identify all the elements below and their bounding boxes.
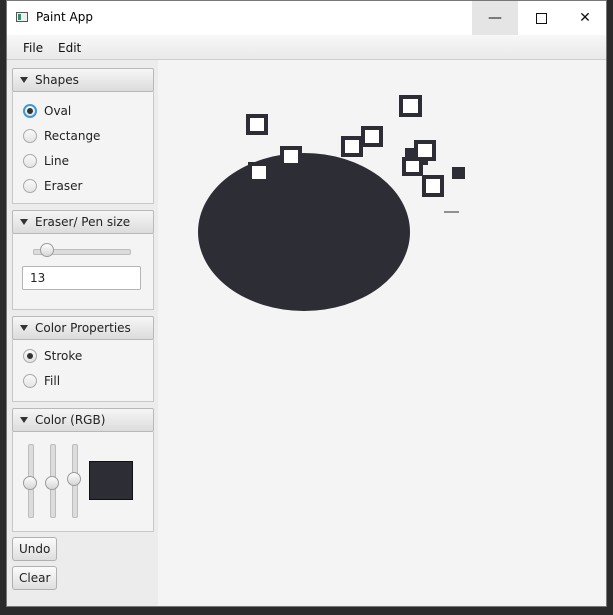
radio-rectangle-indicator[interactable]: [23, 129, 37, 143]
color-preview-swatch: [89, 461, 133, 500]
drawn-square: [399, 95, 422, 117]
radio-stroke-indicator[interactable]: [23, 349, 37, 363]
rgb-pane-body: [12, 432, 154, 532]
clear-button[interactable]: Clear: [12, 566, 58, 590]
undo-button[interactable]: Undo: [12, 537, 58, 561]
minimize-button[interactable]: —: [472, 1, 518, 35]
radio-oval-indicator[interactable]: [23, 104, 37, 118]
size-slider-thumb[interactable]: [40, 243, 54, 257]
drawing-canvas[interactable]: [158, 60, 606, 606]
radio-rectangle[interactable]: Rectange: [23, 127, 100, 145]
radio-fill-label: Fill: [44, 374, 61, 388]
color-properties-pane-header[interactable]: Color Properties: [12, 316, 154, 340]
drawn-solid-block: [452, 167, 465, 179]
drawn-square: [402, 157, 423, 176]
radio-stroke-label: Stroke: [44, 349, 83, 363]
drawn-square: [246, 114, 268, 135]
size-pane-title: Eraser/ Pen size: [35, 215, 131, 229]
app-window: Paint App — ✕ File Edit Shapes Oval Rect: [6, 0, 607, 607]
close-button[interactable]: ✕: [562, 1, 606, 35]
drawn-square: [361, 126, 383, 147]
shapes-pane-title: Shapes: [35, 73, 79, 87]
triangle-down-icon: [20, 325, 28, 331]
triangle-down-icon: [20, 219, 28, 225]
drawn-square: [341, 136, 363, 157]
color-properties-pane-title: Color Properties: [35, 321, 131, 335]
radio-eraser[interactable]: Eraser: [23, 177, 82, 195]
radio-line-label: Line: [44, 154, 70, 168]
shapes-pane-header[interactable]: Shapes: [12, 68, 154, 92]
close-icon: ✕: [579, 10, 591, 26]
size-input[interactable]: 13: [22, 266, 141, 290]
triangle-down-icon: [20, 77, 28, 83]
color-properties-pane: Color Properties Stroke Fill: [12, 316, 154, 402]
menu-file[interactable]: File: [23, 41, 43, 55]
rgb-pane-header[interactable]: Color (RGB): [12, 408, 154, 432]
shapes-pane: Shapes Oval Rectange Line Eraser: [12, 68, 154, 204]
rgb-pane: Color (RGB): [12, 408, 154, 532]
drawn-square: [280, 146, 302, 167]
canvas-drawing: [198, 95, 465, 311]
rgb-pane-title: Color (RGB): [35, 413, 106, 427]
window-title: Paint App: [36, 10, 93, 24]
drawn-square: [422, 175, 444, 197]
blue-slider-thumb[interactable]: [67, 472, 81, 486]
radio-stroke[interactable]: Stroke: [23, 347, 82, 365]
size-pane: Eraser/ Pen size 13: [12, 210, 154, 310]
size-pane-body: 13: [12, 234, 154, 310]
drawn-square: [414, 140, 436, 161]
radio-fill-indicator[interactable]: [23, 374, 37, 388]
color-properties-pane-body: Stroke Fill: [12, 340, 154, 402]
maximize-icon: [535, 12, 547, 24]
radio-eraser-label: Eraser: [44, 179, 83, 193]
radio-fill[interactable]: Fill: [23, 372, 60, 390]
minimize-icon: —: [488, 10, 502, 26]
app-icon: [16, 12, 28, 22]
red-slider-thumb[interactable]: [23, 476, 37, 490]
triangle-down-icon: [20, 417, 28, 423]
radio-rectangle-label: Rectange: [44, 129, 101, 143]
title-bar[interactable]: Paint App — ✕: [7, 1, 606, 35]
menu-bar: File Edit: [7, 35, 606, 60]
size-pane-header[interactable]: Eraser/ Pen size: [12, 210, 154, 234]
maximize-button[interactable]: [518, 1, 564, 35]
radio-eraser-indicator[interactable]: [23, 179, 37, 193]
drawn-oval: [198, 153, 410, 311]
green-slider-thumb[interactable]: [45, 476, 59, 490]
radio-line[interactable]: Line: [23, 152, 69, 170]
drawn-square: [248, 162, 270, 183]
tool-sidebar: Shapes Oval Rectange Line Eraser Eraser/…: [7, 60, 158, 606]
shapes-pane-body: Oval Rectange Line Eraser: [12, 92, 154, 204]
radio-oval[interactable]: Oval: [23, 102, 71, 120]
radio-line-indicator[interactable]: [23, 154, 37, 168]
menu-edit[interactable]: Edit: [58, 41, 81, 55]
radio-oval-label: Oval: [44, 104, 72, 118]
